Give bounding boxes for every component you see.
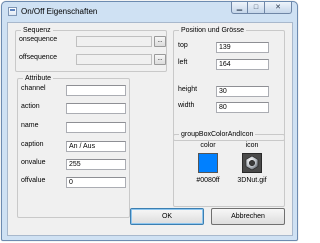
- attribute-group-title: Attribute: [23, 74, 54, 83]
- onsequence-browse-button[interactable]: ...: [154, 36, 166, 47]
- offsequence-browse-button[interactable]: ...: [154, 54, 166, 65]
- offsequence-label: offsequence: [19, 54, 58, 61]
- maximize-button[interactable]: □: [248, 2, 265, 14]
- caption-buttons: ▁ □ ✕: [231, 2, 292, 14]
- caption-label: caption: [21, 141, 44, 148]
- top-label: top: [178, 42, 188, 49]
- attribute-group: Attribute channel action name caption An…: [17, 74, 130, 218]
- dialog-window: On/Off Eigenschaften ▁ □ ✕ Sequenz onseq…: [1, 1, 298, 241]
- window-title: On/Off Eigenschaften: [21, 7, 98, 16]
- onsequence-field[interactable]: [76, 36, 152, 47]
- height-field[interactable]: 30: [216, 86, 269, 97]
- close-icon: ✕: [275, 4, 281, 11]
- name-label: name: [21, 122, 39, 129]
- sequenz-group: Sequenz onsequence ... offsequence ...: [15, 26, 167, 72]
- channel-label: channel: [21, 85, 46, 92]
- left-field[interactable]: 164: [216, 59, 269, 70]
- color-header: color: [200, 142, 216, 149]
- color-icon-group: groupBoxColorAndIcon color icon #0080ff …: [173, 130, 285, 207]
- onsequence-label: onsequence: [19, 36, 58, 43]
- offsequence-field[interactable]: [76, 54, 152, 65]
- dialog-client-area: Sequenz onsequence ... offsequence ... A…: [7, 22, 293, 236]
- maximize-icon: □: [253, 4, 259, 11]
- position-group: Position und Grösse top 139 left 164 hei…: [173, 26, 285, 141]
- cancel-button[interactable]: Abbrechen: [211, 208, 285, 225]
- height-label: height: [178, 86, 198, 93]
- 3d-nut-icon: [245, 155, 259, 171]
- onvalue-label: onvalue: [21, 159, 46, 166]
- name-field[interactable]: [66, 122, 126, 133]
- color-icon-group-title: groupBoxColorAndIcon: [179, 130, 256, 139]
- window-app-icon[interactable]: [8, 7, 17, 16]
- icon-preview[interactable]: [242, 153, 262, 173]
- onvalue-field[interactable]: 255: [66, 159, 126, 170]
- top-field[interactable]: 139: [216, 42, 269, 53]
- ok-button[interactable]: OK: [130, 208, 204, 225]
- width-label: width: [178, 102, 195, 109]
- color-value: #0080ff: [196, 177, 220, 184]
- title-bar[interactable]: On/Off Eigenschaften ▁ □ ✕: [2, 2, 297, 21]
- action-field[interactable]: [66, 103, 126, 114]
- caption-field[interactable]: An / Aus: [66, 141, 126, 152]
- action-label: action: [21, 103, 40, 110]
- width-field[interactable]: 80: [216, 102, 269, 113]
- channel-field[interactable]: [66, 85, 126, 96]
- offvalue-label: offvalue: [21, 177, 46, 184]
- icon-filename: 3DNut.gif: [237, 177, 267, 184]
- left-label: left: [178, 59, 188, 66]
- minimize-button[interactable]: ▁: [231, 2, 248, 14]
- color-swatch[interactable]: [198, 153, 218, 173]
- offvalue-field[interactable]: 0: [66, 177, 126, 188]
- close-button[interactable]: ✕: [265, 2, 292, 14]
- sequenz-group-title: Sequenz: [21, 26, 53, 35]
- minimize-icon: ▁: [236, 4, 243, 11]
- position-group-title: Position und Grösse: [179, 26, 247, 35]
- icon-header: icon: [245, 142, 259, 149]
